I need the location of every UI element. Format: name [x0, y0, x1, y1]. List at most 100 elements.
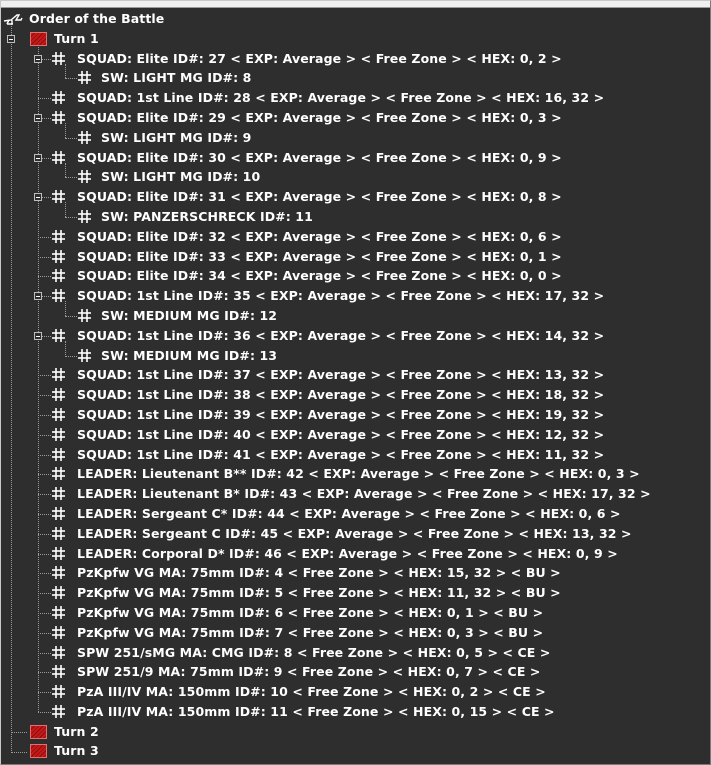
unit-item[interactable]: SQUAD: Elite ID#: 34 < EXP: Average > < …	[1, 266, 710, 286]
unit-label: SQUAD: Elite ID#: 29 < EXP: Average > < …	[77, 109, 562, 125]
turn-label: Turn 2	[54, 723, 99, 739]
unit-item[interactable]: SQUAD: 1st Line ID#: 38 < EXP: Average >…	[1, 385, 710, 405]
turn-item[interactable]: Turn 3	[1, 741, 710, 761]
collapse-minus-icon[interactable]	[34, 193, 42, 202]
unit-label: LEADER: Sergeant C ID#: 45 < EXP: Averag…	[77, 525, 632, 541]
unit-label: PzKpfw VG MA: 75mm ID#: 7 < Free Zone > …	[77, 624, 544, 640]
support-weapon-item[interactable]: SW: LIGHT MG ID#: 8	[1, 68, 710, 88]
collapse-minus-icon[interactable]	[34, 331, 42, 340]
unit-item[interactable]: SQUAD: 1st Line ID#: 28 < EXP: Average >…	[1, 88, 710, 108]
counter-grid-icon	[51, 486, 66, 501]
unit-item[interactable]: SQUAD: 1st Line ID#: 36 < EXP: Average >…	[1, 326, 710, 346]
counter-grid-icon	[51, 407, 66, 422]
counter-grid-icon	[51, 466, 66, 481]
unit-item[interactable]: SQUAD: 1st Line ID#: 37 < EXP: Average >…	[1, 365, 710, 385]
counter-grid-icon	[77, 130, 92, 145]
unit-item[interactable]: SQUAD: Elite ID#: 30 < EXP: Average > < …	[1, 148, 710, 168]
unit-label: SQUAD: 1st Line ID#: 35 < EXP: Average >…	[77, 288, 605, 304]
order-of-battle-window: Order of the Battle Turn 1 SQUAD: Elite ID…	[0, 0, 711, 765]
counter-grid-icon	[51, 447, 66, 462]
turn-label: Turn 3	[54, 743, 99, 759]
counter-grid-icon	[51, 427, 66, 442]
unit-label: SQUAD: 1st Line ID#: 41 < EXP: Average >…	[77, 446, 605, 462]
counter-grid-icon	[51, 110, 66, 125]
unit-item[interactable]: SQUAD: 1st Line ID#: 39 < EXP: Average >…	[1, 405, 710, 425]
unit-label: SQUAD: Elite ID#: 32 < EXP: Average > < …	[77, 228, 562, 244]
support-weapon-item[interactable]: SW: LIGHT MG ID#: 9	[1, 128, 710, 148]
turn-flag-icon	[30, 31, 47, 46]
unit-label: LEADER: Lieutenant B* ID#: 43 < EXP: Ave…	[77, 486, 651, 502]
order-of-battle-tree[interactable]: Order of the Battle Turn 1 SQUAD: Elite ID…	[1, 9, 710, 764]
unit-item[interactable]: SPW 251/9 MA: 75mm ID#: 9 < Free Zone > …	[1, 662, 710, 682]
unit-item[interactable]: LEADER: Sergeant C ID#: 45 < EXP: Averag…	[1, 524, 710, 544]
support-weapon-item[interactable]: SW: MEDIUM MG ID#: 13	[1, 346, 710, 366]
unit-label: PzKpfw VG MA: 75mm ID#: 4 < Free Zone > …	[77, 565, 561, 581]
counter-grid-icon	[51, 229, 66, 244]
counter-grid-icon	[51, 704, 66, 719]
unit-item[interactable]: PzA III/IV MA: 150mm ID#: 11 < Free Zone…	[1, 702, 710, 722]
unit-label: PzA III/IV MA: 150mm ID#: 11 < Free Zone…	[77, 703, 555, 719]
support-weapon-label: SW: LIGHT MG ID#: 8	[101, 70, 252, 86]
aircraft-icon	[3, 12, 23, 26]
unit-label: SPW 251/sMG MA: CMG ID#: 8 < Free Zone >…	[77, 644, 551, 660]
counter-grid-icon	[51, 625, 66, 640]
unit-item[interactable]: PzKpfw VG MA: 75mm ID#: 6 < Free Zone > …	[1, 603, 710, 623]
unit-item[interactable]: PzKpfw VG MA: 75mm ID#: 7 < Free Zone > …	[1, 623, 710, 643]
counter-grid-icon	[77, 209, 92, 224]
counter-grid-icon	[51, 150, 66, 165]
tree-root-label: Order of the Battle	[29, 11, 165, 26]
unit-item[interactable]: SQUAD: Elite ID#: 27 < EXP: Average > < …	[1, 49, 710, 69]
unit-item[interactable]: SQUAD: 1st Line ID#: 35 < EXP: Average >…	[1, 286, 710, 306]
unit-label: SPW 251/9 MA: 75mm ID#: 9 < Free Zone > …	[77, 664, 541, 680]
support-weapon-item[interactable]: SW: LIGHT MG ID#: 10	[1, 167, 710, 187]
tree-root-item[interactable]: Order of the Battle	[1, 9, 710, 29]
support-weapon-item[interactable]: SW: MEDIUM MG ID#: 12	[1, 306, 710, 326]
collapse-minus-icon[interactable]	[34, 153, 42, 162]
unit-item[interactable]: SQUAD: Elite ID#: 31 < EXP: Average > < …	[1, 187, 710, 207]
counter-grid-icon	[51, 645, 66, 660]
collapse-minus-icon[interactable]	[34, 54, 42, 63]
unit-label: SQUAD: Elite ID#: 30 < EXP: Average > < …	[77, 149, 562, 165]
unit-item[interactable]: SQUAD: Elite ID#: 32 < EXP: Average > < …	[1, 227, 710, 247]
counter-grid-icon	[51, 288, 66, 303]
unit-item[interactable]: LEADER: Sergeant C* ID#: 44 < EXP: Avera…	[1, 504, 710, 524]
unit-item[interactable]: LEADER: Corporal D* ID#: 46 < EXP: Avera…	[1, 544, 710, 564]
counter-grid-icon	[77, 348, 92, 363]
unit-label: SQUAD: 1st Line ID#: 38 < EXP: Average >…	[77, 387, 605, 403]
support-weapon-item[interactable]: SW: PANZERSCHRECK ID#: 11	[1, 207, 710, 227]
turn-item[interactable]: Turn 2	[1, 722, 710, 742]
turn-label: Turn 1	[54, 30, 99, 46]
collapse-minus-icon[interactable]	[34, 113, 42, 122]
unit-item[interactable]: PzA III/IV MA: 150mm ID#: 10 < Free Zone…	[1, 682, 710, 702]
counter-grid-icon	[51, 249, 66, 264]
unit-item[interactable]: SQUAD: Elite ID#: 29 < EXP: Average > < …	[1, 108, 710, 128]
counter-grid-icon	[77, 169, 92, 184]
collapse-minus-icon[interactable]	[34, 292, 42, 301]
unit-item[interactable]: SQUAD: Elite ID#: 33 < EXP: Average > < …	[1, 247, 710, 267]
support-weapon-label: SW: LIGHT MG ID#: 10	[101, 169, 261, 185]
window-top-edge	[1, 1, 710, 8]
counter-grid-icon	[51, 664, 66, 679]
unit-label: SQUAD: 1st Line ID#: 37 < EXP: Average >…	[77, 367, 605, 383]
counter-grid-icon	[51, 189, 66, 204]
counter-grid-icon	[51, 90, 66, 105]
unit-item[interactable]: SPW 251/sMG MA: CMG ID#: 8 < Free Zone >…	[1, 643, 710, 663]
counter-grid-icon	[51, 526, 66, 541]
support-weapon-label: SW: MEDIUM MG ID#: 12	[101, 307, 278, 323]
counter-grid-icon	[77, 308, 92, 323]
unit-label: LEADER: Sergeant C* ID#: 44 < EXP: Avera…	[77, 505, 621, 521]
counter-grid-icon	[51, 585, 66, 600]
unit-label: SQUAD: Elite ID#: 34 < EXP: Average > < …	[77, 268, 562, 284]
unit-item[interactable]: SQUAD: 1st Line ID#: 40 < EXP: Average >…	[1, 425, 710, 445]
unit-label: LEADER: Lieutenant B** ID#: 42 < EXP: Av…	[77, 466, 640, 482]
counter-grid-icon	[51, 684, 66, 699]
unit-item[interactable]: SQUAD: 1st Line ID#: 41 < EXP: Average >…	[1, 445, 710, 465]
unit-item[interactable]: PzKpfw VG MA: 75mm ID#: 5 < Free Zone > …	[1, 583, 710, 603]
unit-label: SQUAD: 1st Line ID#: 36 < EXP: Average >…	[77, 327, 605, 343]
unit-item[interactable]: LEADER: Lieutenant B* ID#: 43 < EXP: Ave…	[1, 484, 710, 504]
turn-flag-icon	[30, 724, 47, 739]
collapse-minus-icon[interactable]	[7, 34, 15, 43]
unit-item[interactable]: PzKpfw VG MA: 75mm ID#: 4 < Free Zone > …	[1, 563, 710, 583]
unit-item[interactable]: LEADER: Lieutenant B** ID#: 42 < EXP: Av…	[1, 464, 710, 484]
turn-item[interactable]: Turn 1	[1, 29, 710, 49]
